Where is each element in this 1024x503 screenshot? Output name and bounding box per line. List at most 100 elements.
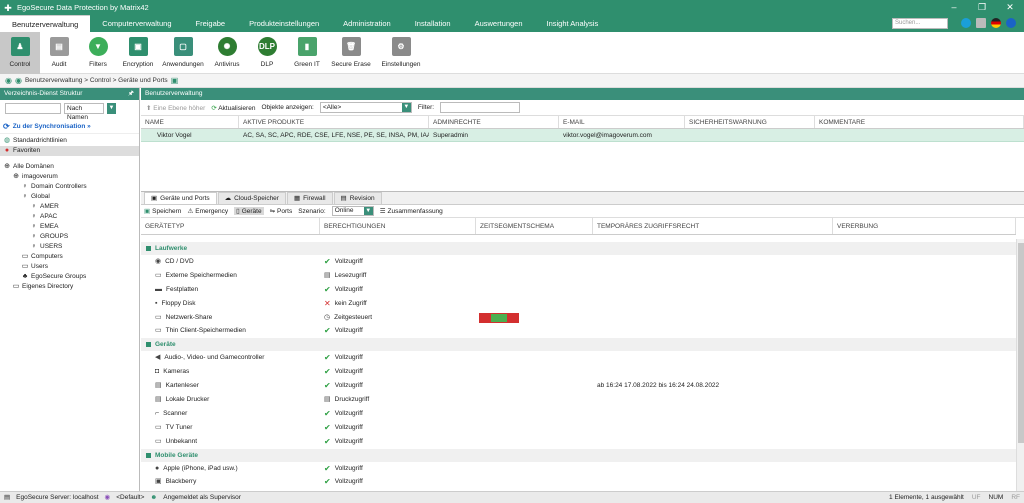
ribbon-dlp-button[interactable]: DLP DLP	[246, 32, 288, 74]
summary-button[interactable]: ☰ Zusammenfassung	[380, 207, 443, 216]
schedule-cell[interactable]	[476, 255, 593, 269]
permission-cell[interactable]: ✔ Vollzugriff	[320, 255, 476, 269]
device-row[interactable]: ▬ Festplatten ✔ Vollzugriff	[141, 283, 1016, 297]
device-row[interactable]: ▭ Externe Speichermedien ▤ Lesezugriff	[141, 269, 1016, 283]
forward-icon[interactable]: ◉	[15, 74, 22, 88]
tab-firewall[interactable]: ▦ Firewall	[286, 192, 333, 204]
tree-item[interactable]: ♣ EgoSecure Groups	[0, 272, 139, 282]
search-input[interactable]: Suchen...	[892, 18, 948, 29]
show-objects-select[interactable]: <Alle> ▼	[319, 102, 412, 113]
device-row[interactable]: ▭ Thin Client-Speichermedien ✔ Vollzugriff	[141, 324, 1016, 338]
tree-item[interactable]: ♀ Global	[0, 192, 139, 202]
ribbon-anwendungen-button[interactable]: ▢ Anwendungen	[158, 32, 208, 74]
schedule-cell[interactable]	[476, 475, 593, 489]
menu-tab-freigabe[interactable]: Freigabe	[184, 15, 238, 32]
permission-cell[interactable]: ✔ Vollzugriff	[320, 475, 476, 489]
filter-input[interactable]	[440, 102, 521, 113]
scenario-select[interactable]: Online ▼	[331, 206, 374, 216]
tree-item[interactable]: ▭ Computers	[0, 252, 139, 262]
device-row[interactable]: ▣ Blackberry ✔ Vollzugriff	[141, 475, 1016, 489]
device-row[interactable]: ◘ Kameras ✔ Vollzugriff	[141, 365, 1016, 379]
menu-tab-administration[interactable]: Administration	[331, 15, 403, 32]
permission-cell[interactable]: ✔ Vollzugriff	[320, 283, 476, 297]
column-header[interactable]: Gerätetyp	[141, 218, 320, 234]
tree-item[interactable]: ♀ AMER	[0, 202, 139, 212]
menu-tab-computerverwaltung[interactable]: Computerverwaltung	[90, 15, 183, 32]
permission-cell[interactable]: ✔ Vollzugriff	[320, 351, 476, 365]
menu-tab-installation[interactable]: Installation	[403, 15, 463, 32]
column-header[interactable]: Zeitsegmentschema	[476, 218, 593, 234]
device-row[interactable]: ◀ Audio-, Video- und Gamecontroller ✔ Vollz…	[141, 351, 1016, 365]
permission-cell[interactable]: ✔ Vollzugriff	[320, 421, 476, 435]
refresh-button[interactable]: ⟳ Aktualisieren	[211, 104, 255, 112]
collapse-icon[interactable]	[146, 452, 151, 458]
emergency-button[interactable]: ⚠ Emergency	[187, 207, 228, 216]
sort-select[interactable]: Nach Namen	[64, 102, 104, 121]
devices-toggle[interactable]: ▯ Geräte	[234, 207, 264, 215]
column-header[interactable]: Vererbung	[833, 218, 1016, 234]
column-header[interactable]: Name	[141, 116, 239, 128]
schedule-cell[interactable]	[476, 297, 593, 311]
schedule-cell[interactable]	[476, 365, 593, 379]
scrollbar-thumb[interactable]	[1018, 243, 1024, 443]
column-header[interactable]: E-Mail	[559, 116, 685, 128]
schedule-cell[interactable]	[476, 351, 593, 365]
tree-item[interactable]: ● Favoriten	[0, 146, 139, 156]
permission-cell[interactable]: ✔ Vollzugriff	[320, 407, 476, 421]
german-flag-icon[interactable]	[991, 18, 1001, 28]
ports-toggle[interactable]: ⇋ Ports	[270, 207, 293, 216]
maximize-icon[interactable]: ❐	[968, 0, 996, 15]
schedule-cell[interactable]	[476, 407, 593, 421]
tree-item[interactable]: ♀ USERS	[0, 242, 139, 252]
group-header[interactable]: Geräte	[141, 338, 1016, 352]
permission-cell[interactable]: ✔ Vollzugriff	[320, 324, 476, 338]
back-icon[interactable]: ◉	[5, 74, 12, 88]
vertical-scrollbar[interactable]	[1016, 239, 1024, 492]
pin-icon[interactable]: 🖈	[128, 88, 134, 100]
schedule-cell[interactable]	[476, 421, 593, 435]
menu-tab-auswertungen[interactable]: Auswertungen	[463, 15, 535, 32]
schedule-cell[interactable]	[476, 283, 593, 297]
tree-item[interactable]: ⊕ Alle Domänen	[0, 162, 139, 172]
device-row[interactable]: ▭ TV Tuner ✔ Vollzugriff	[141, 421, 1016, 435]
sync-link[interactable]: ⟳ Zu der Synchronisation »	[0, 120, 139, 134]
user-row[interactable]: Viktor Vogel AC, SA, SC, APC, RDE, CSE, L…	[141, 129, 1024, 142]
permission-cell[interactable]: ✔ Vollzugriff	[320, 462, 476, 476]
ribbon-antivirus-button[interactable]: ✺ Antivirus	[208, 32, 246, 74]
group-header[interactable]: Laufwerke	[141, 242, 1016, 255]
device-row[interactable]: ▭ Netzwerk-Share ◷ Zeitgesteuert	[141, 311, 1016, 325]
group-header[interactable]: Mobile Geräte	[141, 448, 1016, 462]
menu-tab-produkteinstellungen[interactable]: Produkteinstellungen	[237, 15, 331, 32]
schedule-cell[interactable]	[476, 269, 593, 283]
device-row[interactable]: ⌐ Scanner ✔ Vollzugriff	[141, 407, 1016, 421]
device-row[interactable]: ▭ Unbekannt ✔ Vollzugriff	[141, 435, 1016, 449]
tree-item[interactable]: ♀ APAC	[0, 212, 139, 222]
tree-item[interactable]: ▭ Eigenes Directory	[0, 282, 139, 292]
chevron-down-icon[interactable]: ▼	[107, 102, 116, 114]
tree-item[interactable]: ⊕ imagoverum	[0, 172, 139, 182]
column-header[interactable]: Berechtigungen	[320, 218, 476, 234]
save-button[interactable]: ▣ Speichern	[144, 207, 181, 216]
minimize-icon[interactable]: –	[940, 0, 968, 15]
help-icon[interactable]	[1006, 18, 1016, 28]
permission-cell[interactable]: ▤ Lesezugriff	[320, 269, 476, 283]
close-icon[interactable]: ✕	[996, 0, 1024, 15]
print-icon[interactable]	[976, 18, 986, 28]
ribbon-green-it-button[interactable]: ▮ Green IT	[288, 32, 326, 74]
column-header[interactable]: Aktive Produkte	[239, 116, 429, 128]
schedule-cell[interactable]	[476, 324, 593, 338]
device-row[interactable]: ▪ Floppy Disk ✕ kein Zugriff	[141, 297, 1016, 311]
ribbon-filters-button[interactable]: ▼ Filters	[78, 32, 118, 74]
device-row[interactable]: ▤ Lokale Drucker ▤ Druckzugriff	[141, 393, 1016, 407]
schedule-cell[interactable]	[476, 379, 593, 393]
schedule-cell[interactable]	[476, 435, 593, 449]
tree-item[interactable]: ♀ EMEA	[0, 222, 139, 232]
tab-cloud-speicher[interactable]: ☁ Cloud-Speicher	[217, 192, 286, 204]
device-row[interactable]: ▤ Kartenleser ✔ Vollzugriff ab 16:24 17.08.2…	[141, 379, 1016, 393]
permission-cell[interactable]: ✕ kein Zugriff	[320, 297, 476, 311]
tree-item[interactable]: ◍ Standardrichtlinien	[0, 136, 139, 146]
ribbon-audit-button[interactable]: ▤ Audit	[40, 32, 78, 74]
column-header[interactable]: Kommentare	[815, 116, 1024, 128]
tree-item[interactable]: ▭ Users	[0, 262, 139, 272]
tree-search-input[interactable]	[5, 102, 61, 114]
